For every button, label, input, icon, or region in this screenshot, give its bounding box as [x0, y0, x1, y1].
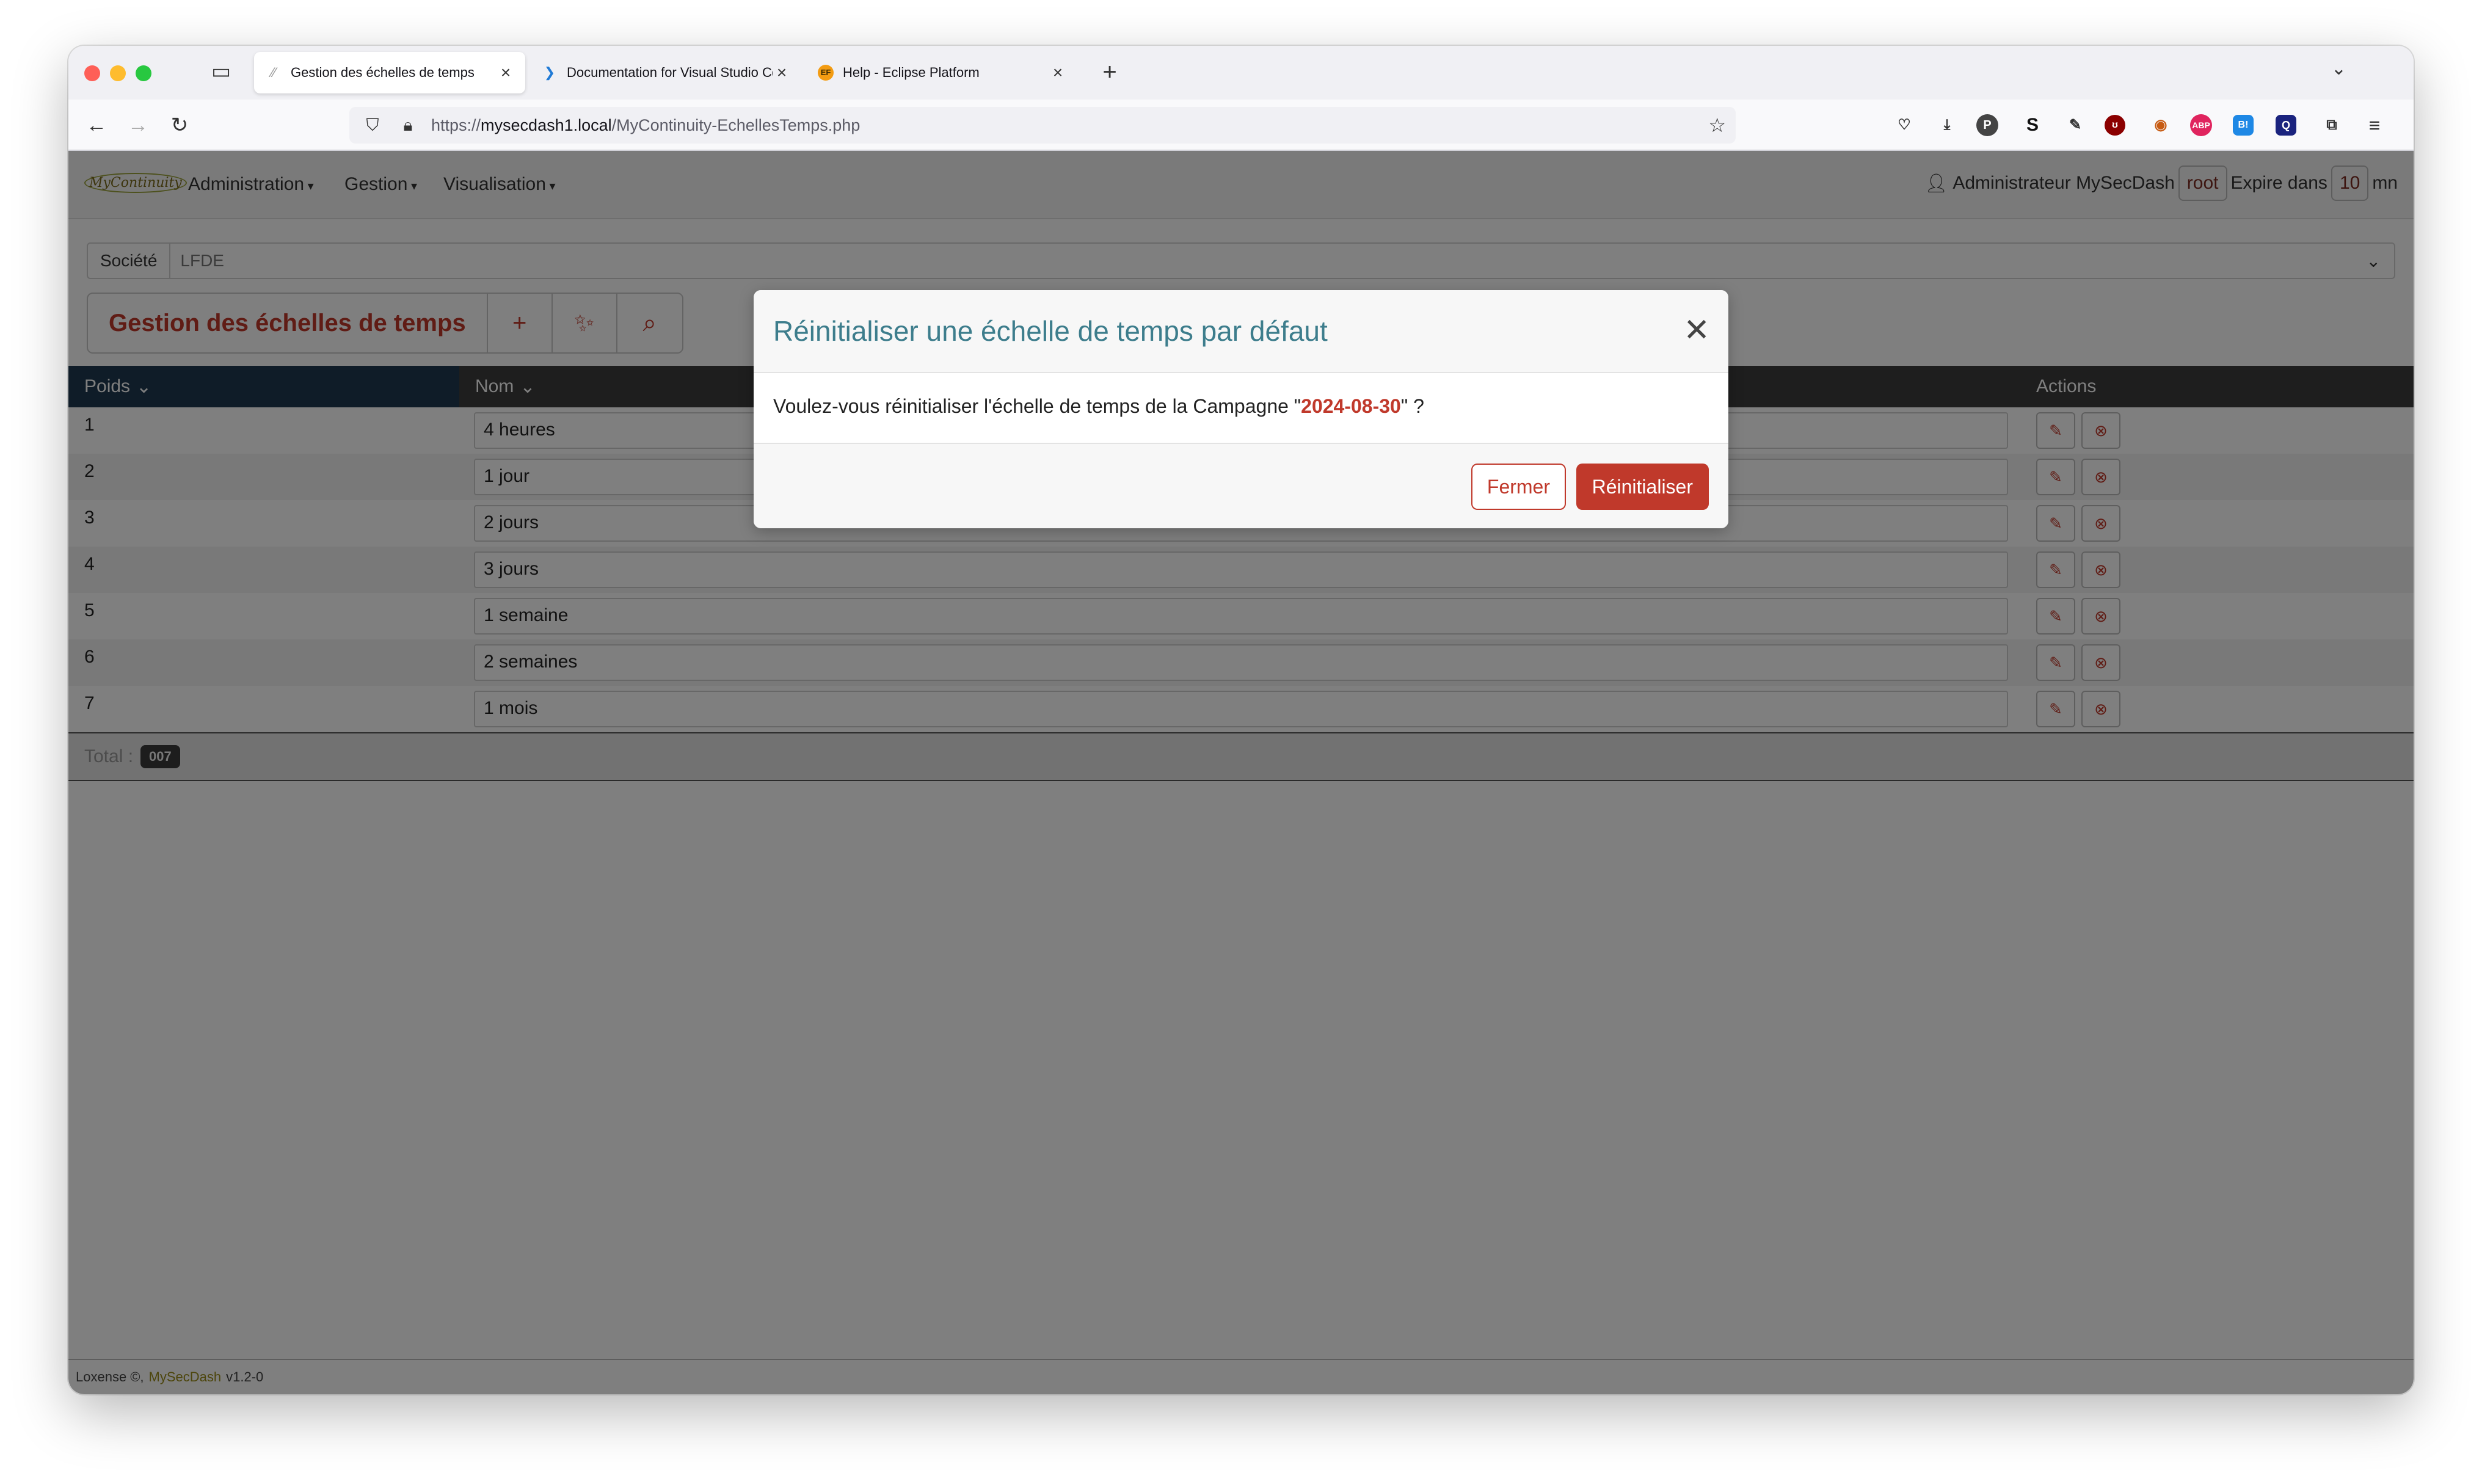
tab-title: Gestion des échelles de temps [291, 65, 475, 80]
browser-window: ▭ ⁄⁄ Gestion des échelles de temps × ❯ D… [68, 46, 2414, 1394]
minimize-window-button[interactable] [110, 65, 126, 81]
extensions-puzzle-icon[interactable]: ⧉ [2318, 112, 2345, 139]
modal-backdrop[interactable]: Réinitialiser une échelle de temps par d… [68, 151, 2414, 1394]
extension-s-icon[interactable]: S [2019, 112, 2046, 139]
close-tab-icon[interactable]: × [773, 63, 790, 82]
campagne-date: 2024-08-30 [1301, 395, 1401, 417]
url-text[interactable]: https://mysecdash1.local/MyContinuity-Ec… [431, 116, 860, 135]
reload-icon[interactable]: ↻ [165, 111, 194, 140]
tab-strip: ▭ ⁄⁄ Gestion des échelles de temps × ❯ D… [68, 46, 2414, 100]
modal-footer: Fermer Réinitialiser [754, 443, 1728, 528]
navigation-bar: ← → ↻ ⛉ 🔒︎ https://mysecdash1.local/MyCo… [68, 100, 2414, 151]
forward-icon[interactable]: → [123, 111, 153, 140]
new-tab-button[interactable]: + [1094, 57, 1125, 87]
tab-eclipse-help[interactable]: EF Help - Eclipse Platform × [806, 52, 1077, 93]
extension-q-icon[interactable]: Q [2276, 115, 2296, 136]
ublock-icon[interactable]: ʊ [2105, 115, 2125, 136]
zoom-window-button[interactable] [136, 65, 151, 81]
fermer-button[interactable]: Fermer [1471, 464, 1566, 510]
downloads-icon[interactable]: ⤓ [1934, 112, 1960, 139]
modal-header: Réinitialiser une échelle de temps par d… [754, 290, 1728, 373]
tab-title: Help - Eclipse Platform [843, 65, 980, 80]
pocket-icon[interactable]: ♡ [1891, 112, 1918, 139]
close-tab-icon[interactable]: × [497, 63, 514, 82]
tab-title: Documentation for Visual Studio Code [567, 65, 773, 80]
extension-cup-icon[interactable]: ◉ [2147, 112, 2174, 139]
back-icon[interactable]: ← [82, 111, 111, 140]
lock-icon[interactable]: 🔒︎ [396, 115, 420, 136]
close-window-button[interactable] [84, 65, 100, 81]
reset-modal: Réinitialiser une échelle de temps par d… [754, 290, 1728, 528]
modal-body: Voulez-vous réinitialiser l'échelle de t… [773, 395, 1424, 418]
shield-icon[interactable]: ⛉ [360, 115, 385, 136]
bookmark-star-icon[interactable]: ☆ [1708, 114, 1726, 137]
tab-vscode-docs[interactable]: ❯ Documentation for Visual Studio Code × [530, 52, 801, 93]
close-icon[interactable]: ✕ [1683, 315, 1710, 346]
modal-title: Réinitialiser une échelle de temps par d… [773, 315, 1328, 347]
vscode-favicon-icon: ❯ [544, 65, 556, 80]
list-all-tabs-icon[interactable]: ⌄ [2331, 58, 2346, 79]
modal-body-suffix: " ? [1400, 395, 1424, 417]
close-tab-icon[interactable]: × [1049, 63, 1066, 82]
mycontinuity-favicon-icon: ⁄⁄ [271, 65, 276, 80]
extension-p-icon[interactable]: P [1976, 114, 1998, 136]
eyedropper-icon[interactable]: ✎ [2062, 112, 2089, 139]
tab-gestion-echelles[interactable]: ⁄⁄ Gestion des échelles de temps × [254, 52, 525, 93]
app-menu-icon[interactable]: ≡ [2361, 112, 2388, 139]
reinitialiser-button[interactable]: Réinitialiser [1576, 464, 1709, 510]
eclipse-favicon-icon: EF [817, 64, 834, 81]
tab-overview-icon[interactable]: ▭ [208, 58, 235, 85]
modal-body-prefix: Voulez-vous réinitialiser l'échelle de t… [773, 395, 1301, 417]
extension-bi-icon[interactable]: B! [2233, 115, 2254, 136]
adblock-plus-icon[interactable]: ABP [2190, 114, 2212, 136]
url-bar[interactable]: ⛉ 🔒︎ https://mysecdash1.local/MyContinui… [349, 107, 1736, 144]
